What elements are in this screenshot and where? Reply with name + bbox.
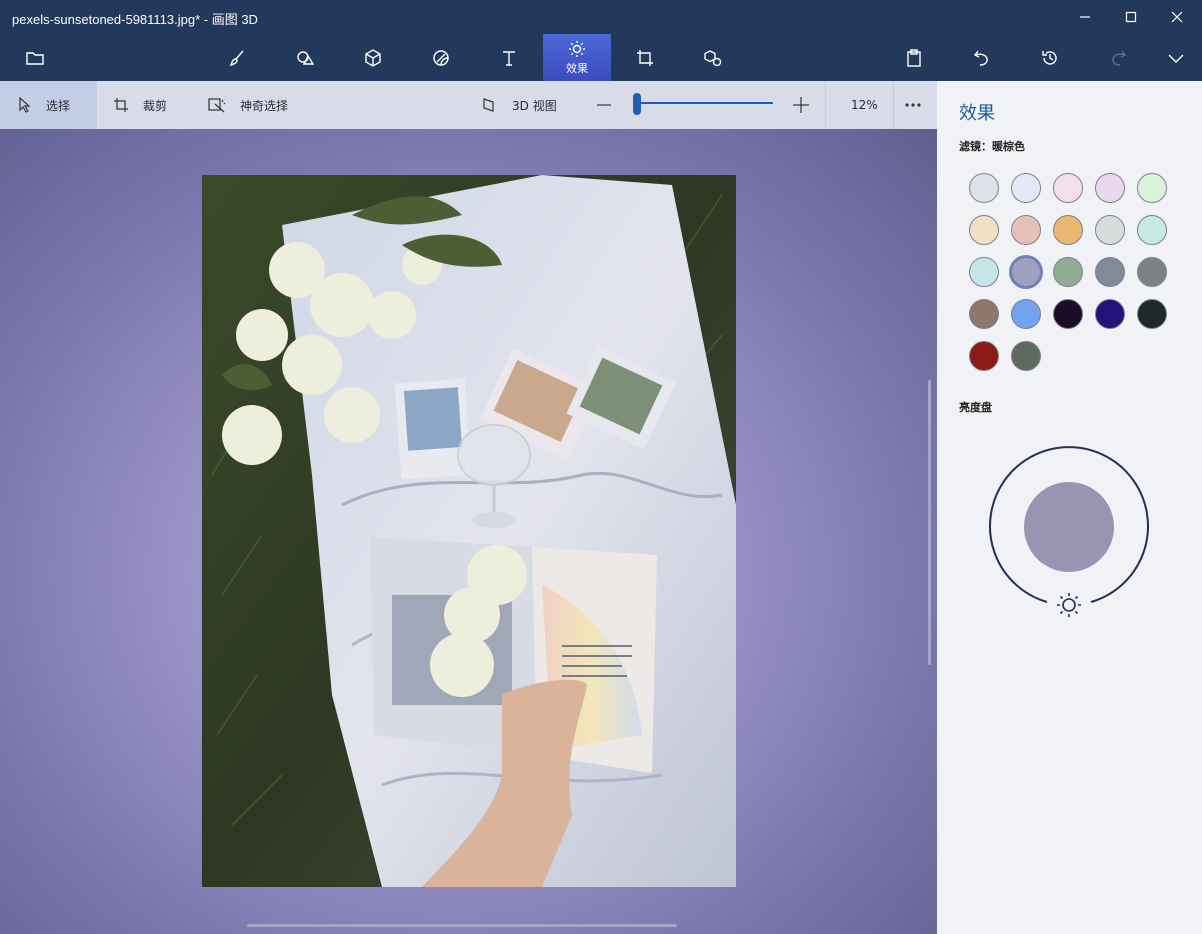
expand-toolbar-button[interactable] bbox=[1142, 34, 1202, 81]
expand-chevron-icon bbox=[1168, 54, 1184, 63]
brightness-dial-knob bbox=[1024, 482, 1114, 572]
zoom-divider bbox=[825, 81, 826, 129]
stickers-tab[interactable] bbox=[407, 34, 475, 81]
2d-shapes-tab[interactable] bbox=[271, 34, 339, 81]
brushes-tab[interactable] bbox=[203, 34, 271, 81]
more-divider bbox=[893, 81, 894, 129]
minus-icon bbox=[597, 104, 611, 106]
vertical-scrollbar[interactable] bbox=[928, 380, 931, 665]
canvas-tab[interactable] bbox=[611, 34, 679, 81]
brightness-label: 亮度盘 bbox=[959, 401, 992, 414]
canvas-photo[interactable] bbox=[202, 175, 736, 887]
select-label: 选择 bbox=[46, 98, 71, 113]
filter-swatch[interactable] bbox=[1137, 215, 1167, 245]
filter-swatch[interactable] bbox=[1095, 173, 1125, 203]
filter-swatch[interactable] bbox=[969, 257, 999, 287]
crop-icon bbox=[114, 98, 128, 112]
horizontal-scrollbar[interactable] bbox=[247, 924, 677, 927]
plus-icon bbox=[793, 97, 809, 113]
effects-panel: 效果 滤镜：暖棕色 亮度盘 bbox=[937, 81, 1202, 934]
text-tab[interactable] bbox=[475, 34, 543, 81]
3d-library-tab[interactable] bbox=[679, 34, 747, 81]
3d-shapes-tab[interactable] bbox=[339, 34, 407, 81]
filter-swatch[interactable] bbox=[969, 173, 999, 203]
minimize-button[interactable] bbox=[1062, 0, 1108, 34]
window-title: pexels-sunsetoned-5981113.jpg* - 画图 3D bbox=[12, 12, 258, 27]
folder-icon bbox=[26, 51, 44, 65]
3d-view-label: 3D 视图 bbox=[512, 98, 557, 113]
select-pointer-icon bbox=[19, 97, 31, 113]
filter-swatch[interactable] bbox=[1053, 173, 1083, 203]
photo-illustration bbox=[202, 175, 736, 887]
brush-icon bbox=[229, 50, 244, 66]
filter-swatch[interactable] bbox=[1137, 257, 1167, 287]
more-options-button[interactable] bbox=[904, 81, 936, 129]
filter-swatch[interactable] bbox=[1095, 257, 1125, 287]
zoom-out-button[interactable] bbox=[596, 81, 626, 129]
title-bar: pexels-sunsetoned-5981113.jpg* - 画图 3D bbox=[0, 0, 1202, 34]
zoom-slider-track[interactable] bbox=[637, 102, 773, 104]
filter-swatch[interactable] bbox=[1137, 173, 1167, 203]
filter-swatch[interactable] bbox=[1095, 215, 1125, 245]
crop-button[interactable]: 裁剪 bbox=[113, 81, 167, 129]
magic-select-label: 神奇选择 bbox=[240, 98, 289, 113]
paste-button[interactable] bbox=[880, 34, 948, 81]
brightness-sun-icon bbox=[1057, 593, 1081, 617]
canvas-crop-icon bbox=[637, 49, 653, 66]
history-icon bbox=[1042, 50, 1057, 65]
filter-swatch[interactable] bbox=[1053, 215, 1083, 245]
ellipsis-icon bbox=[905, 103, 921, 107]
crop-label: 裁剪 bbox=[143, 98, 168, 113]
filter-swatch[interactable] bbox=[1011, 299, 1041, 329]
3d-library-icon bbox=[704, 49, 722, 66]
redo-icon bbox=[1112, 50, 1127, 66]
effects-sun-icon bbox=[569, 40, 585, 57]
filter-swatch[interactable] bbox=[1053, 299, 1083, 329]
maximize-button[interactable] bbox=[1108, 0, 1154, 34]
select-button[interactable]: 选择 bbox=[0, 81, 97, 129]
filter-swatch[interactable] bbox=[1011, 257, 1041, 287]
3d-view-icon bbox=[483, 98, 494, 112]
3d-view-button[interactable]: 3D 视图 bbox=[482, 81, 557, 129]
sticker-icon bbox=[433, 49, 449, 66]
filter-swatch[interactable] bbox=[969, 299, 999, 329]
main-toolbar: 效果 bbox=[0, 34, 1202, 81]
text-icon bbox=[503, 50, 515, 66]
filter-swatch[interactable] bbox=[1053, 257, 1083, 287]
brightness-dial[interactable] bbox=[985, 444, 1155, 624]
panel-title: 效果 bbox=[959, 103, 995, 124]
filter-label: 滤镜：暖棕色 bbox=[959, 140, 1025, 153]
filter-swatch[interactable] bbox=[1011, 215, 1041, 245]
filter-swatch[interactable] bbox=[1011, 341, 1041, 371]
undo-button[interactable] bbox=[948, 34, 1016, 81]
close-button[interactable] bbox=[1154, 0, 1200, 34]
paste-icon bbox=[907, 48, 921, 67]
filter-swatch[interactable] bbox=[969, 215, 999, 245]
zoom-slider-thumb[interactable] bbox=[633, 93, 641, 115]
magic-select-button[interactable]: 神奇选择 bbox=[208, 81, 288, 129]
magic-select-icon bbox=[208, 98, 226, 113]
effects-tab[interactable]: 效果 bbox=[543, 34, 611, 81]
3d-cube-icon bbox=[365, 48, 381, 67]
history-button[interactable] bbox=[1016, 34, 1084, 81]
filter-swatch[interactable] bbox=[1011, 173, 1041, 203]
zoom-value[interactable]: 12% bbox=[851, 81, 878, 129]
zoom-in-button[interactable] bbox=[792, 81, 824, 129]
2d-shapes-icon bbox=[297, 50, 315, 65]
effects-tab-label: 效果 bbox=[566, 61, 588, 75]
filter-swatch[interactable] bbox=[969, 341, 999, 371]
filter-swatch[interactable] bbox=[1137, 299, 1167, 329]
undo-icon bbox=[973, 50, 988, 66]
filter-swatch[interactable] bbox=[1095, 299, 1125, 329]
menu-button[interactable] bbox=[1, 34, 69, 81]
